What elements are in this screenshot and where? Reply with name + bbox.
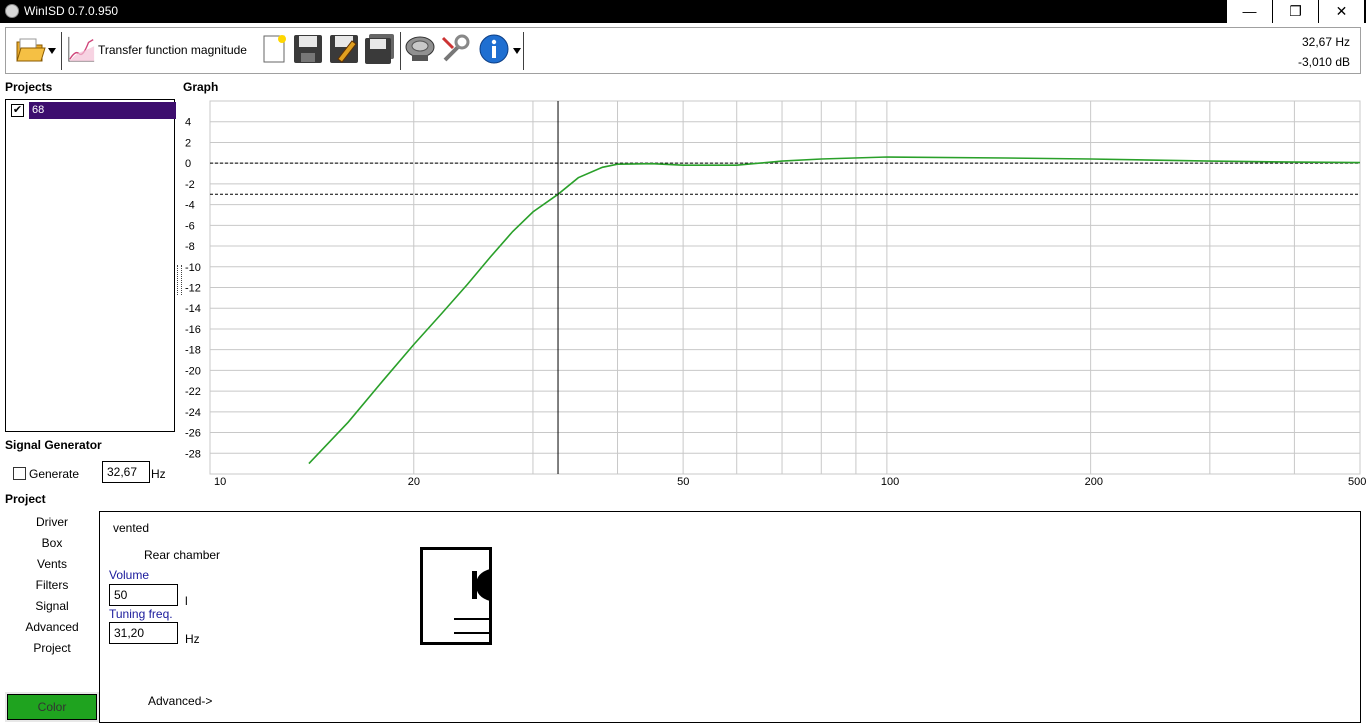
save-all-icon[interactable] xyxy=(364,33,396,65)
x-tick-label: 100 xyxy=(881,476,899,488)
save-icon[interactable] xyxy=(292,33,324,65)
graph-selector[interactable]: Transfer function magnitude xyxy=(98,43,247,57)
toolbar-separator xyxy=(523,32,524,70)
box-type: vented xyxy=(113,521,150,535)
nav-filters[interactable]: Filters xyxy=(5,578,99,592)
y-tick-label: -8 xyxy=(185,241,195,253)
info-icon[interactable] xyxy=(478,33,510,65)
volume-unit: l xyxy=(185,594,188,608)
tuning-label: Tuning freq. xyxy=(109,607,173,621)
y-tick-label: -16 xyxy=(185,324,201,336)
nav-vents[interactable]: Vents xyxy=(5,557,99,571)
restore-button[interactable]: ❐ xyxy=(1272,0,1318,23)
window-title: WinISD 0.7.0.950 xyxy=(24,4,119,18)
y-tick-label: -2 xyxy=(185,179,195,191)
info-dropdown-icon[interactable] xyxy=(513,48,521,54)
generate-checkbox[interactable] xyxy=(13,467,26,480)
nav-driver[interactable]: Driver xyxy=(5,515,99,529)
project-panel: vented Rear chamber Volume 50 l Tuning f… xyxy=(99,511,1361,723)
title-bar: WinISD 0.7.0.950 — ❐ ✕ xyxy=(0,0,1366,23)
project-title: Project xyxy=(5,492,46,506)
y-tick-label: -22 xyxy=(185,386,201,398)
open-folder-icon[interactable] xyxy=(14,33,46,65)
x-tick-label: 20 xyxy=(408,476,420,488)
x-tick-label: 500 xyxy=(1348,476,1366,488)
open-dropdown-icon[interactable] xyxy=(48,48,56,54)
signal-generator-title: Signal Generator xyxy=(5,438,102,452)
y-tick-label: 2 xyxy=(185,137,191,149)
toolbar-separator xyxy=(400,32,401,70)
toolbar: Transfer function magnitude 32,67 Hz -3,… xyxy=(5,27,1361,74)
nav-project[interactable]: Project xyxy=(5,641,99,655)
graph-chart[interactable]: 420-2-4-6-8-10-12-14-16-18-20-22-24-26-2… xyxy=(180,99,1366,494)
nav-signal[interactable]: Signal xyxy=(5,599,99,613)
app-icon xyxy=(5,4,19,18)
signal-frequency-unit: Hz xyxy=(151,467,166,481)
y-tick-label: -18 xyxy=(185,345,201,357)
project-name[interactable]: 68 xyxy=(29,102,176,119)
tools-icon[interactable] xyxy=(440,33,472,65)
y-tick-label: -14 xyxy=(185,303,201,315)
close-button[interactable]: ✕ xyxy=(1318,0,1364,23)
y-tick-label: -24 xyxy=(185,407,201,419)
list-item[interactable]: ✔ 68 xyxy=(9,102,176,119)
x-tick-label: 200 xyxy=(1085,476,1103,488)
driver-icon[interactable] xyxy=(404,33,436,65)
new-project-icon[interactable] xyxy=(258,33,290,65)
nav-advanced[interactable]: Advanced xyxy=(5,620,99,634)
y-tick-label: 0 xyxy=(185,158,191,170)
y-tick-label: -10 xyxy=(185,262,201,274)
y-tick-label: -26 xyxy=(185,428,201,440)
x-tick-label: 50 xyxy=(677,476,689,488)
y-tick-label: 4 xyxy=(185,117,191,129)
chamber-label: Rear chamber xyxy=(144,548,221,562)
generate-label: Generate xyxy=(29,467,80,481)
vented-box-diagram xyxy=(420,547,492,645)
y-tick-label: -12 xyxy=(185,283,201,295)
signal-frequency-input[interactable]: 32,67 xyxy=(102,461,150,483)
y-tick-label: -20 xyxy=(185,365,201,377)
minimize-button[interactable]: — xyxy=(1226,0,1272,23)
y-tick-label: -28 xyxy=(185,448,201,460)
project-checkbox[interactable]: ✔ xyxy=(11,104,24,117)
tuning-frequency-input[interactable]: 31,20 xyxy=(109,622,178,644)
chart-icon[interactable] xyxy=(66,33,96,65)
volume-label: Volume xyxy=(109,568,150,582)
y-tick-label: -6 xyxy=(185,220,195,232)
color-button[interactable]: Color xyxy=(5,692,99,722)
volume-input[interactable]: 50 xyxy=(109,584,178,606)
toolbar-separator xyxy=(61,32,62,70)
advanced-link[interactable]: Advanced-> xyxy=(148,694,212,708)
y-tick-label: -4 xyxy=(185,200,195,212)
cursor-frequency-readout: 32,67 Hz xyxy=(1301,35,1350,49)
graph-title: Graph xyxy=(183,80,219,94)
x-tick-label: 10 xyxy=(214,476,226,488)
cursor-db-readout: -3,010 dB xyxy=(1297,55,1350,69)
tuning-unit: Hz xyxy=(185,632,200,646)
projects-list[interactable]: ✔ 68 xyxy=(5,99,176,432)
projects-title: Projects xyxy=(5,80,53,94)
save-as-icon[interactable] xyxy=(328,33,360,65)
nav-box[interactable]: Box xyxy=(5,536,99,550)
